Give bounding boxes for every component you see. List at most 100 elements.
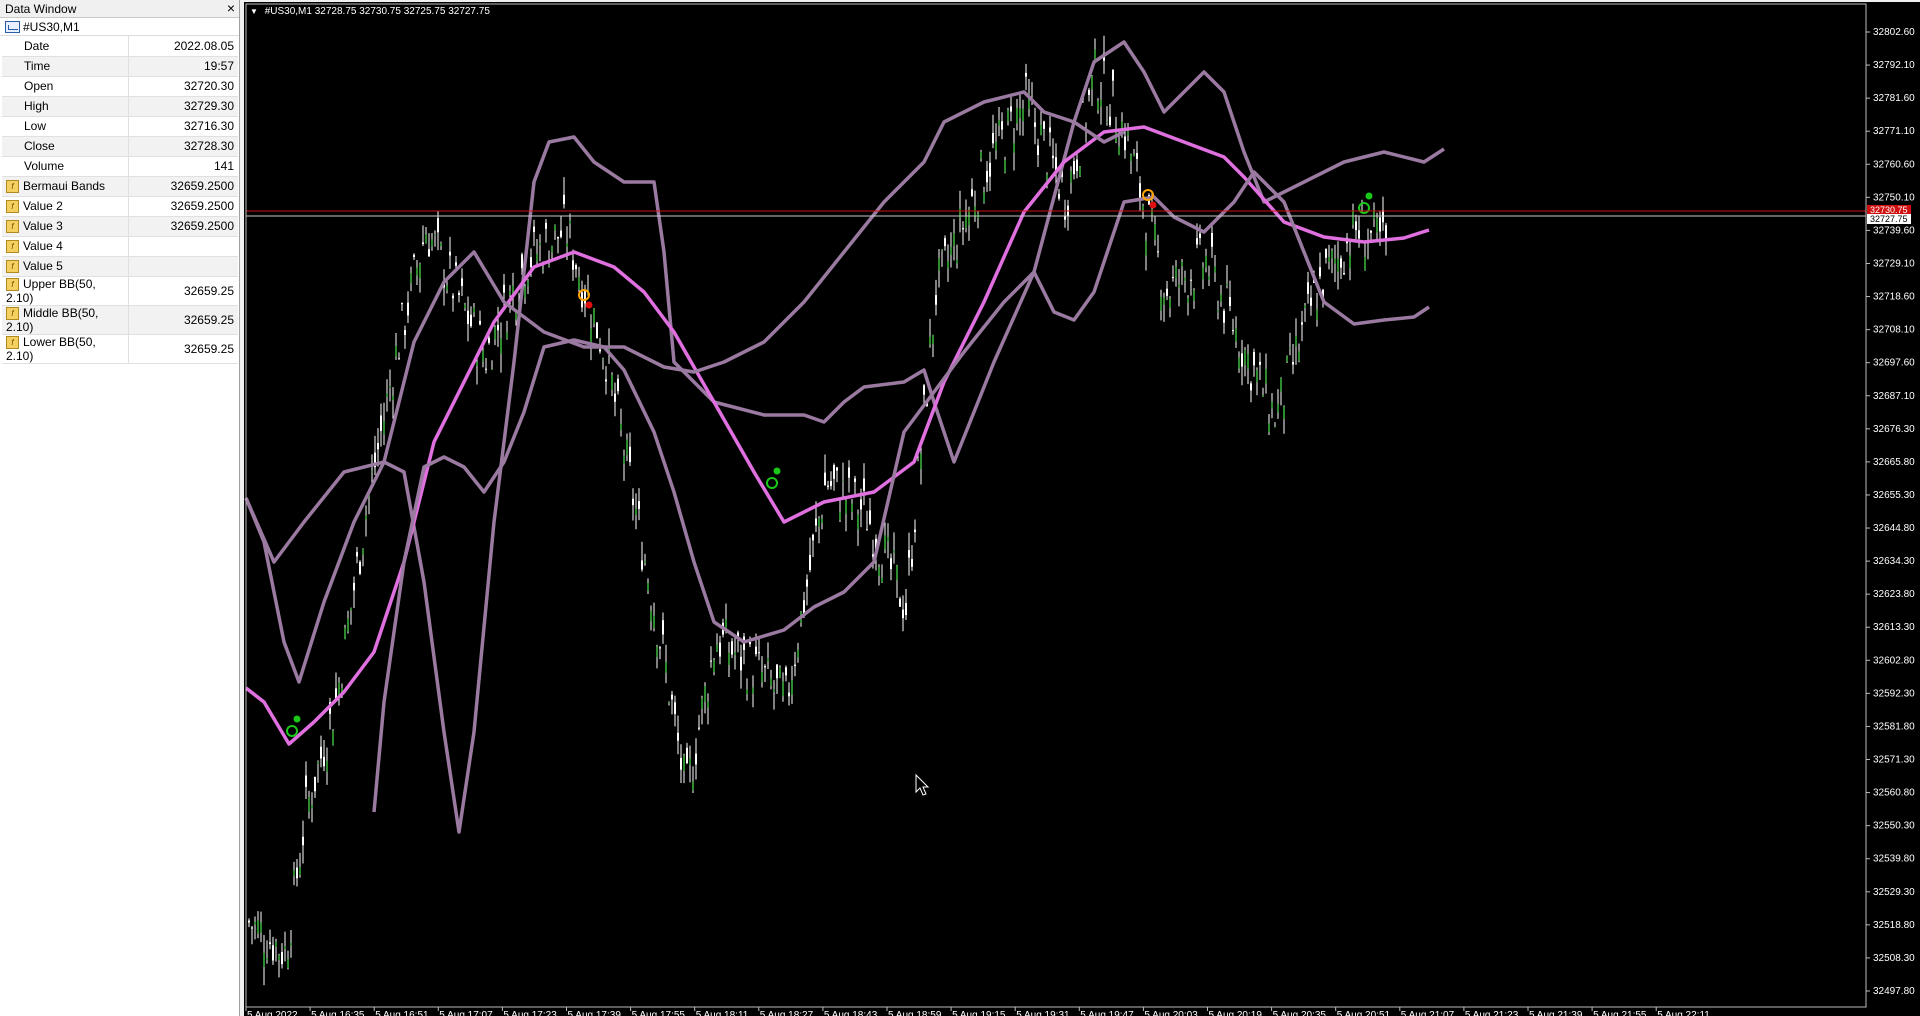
candle-body [785, 667, 787, 676]
candle-body [1136, 153, 1138, 159]
candle-body [1034, 122, 1036, 127]
data-row: f Value 2 32659.2500 [2, 196, 238, 217]
candle-body [851, 503, 853, 512]
time-label: 5 Aug 18:27 [760, 1010, 814, 1016]
candle-body [1070, 171, 1072, 183]
candle-body [1145, 240, 1147, 256]
candle-body [605, 379, 607, 382]
candle-body [1298, 351, 1300, 361]
candle-body [1235, 328, 1237, 342]
candle-body [797, 649, 799, 658]
chart-area[interactable]: ▼ #US30,M1 32728.75 32730.75 32725.75 32… [244, 2, 1920, 1016]
time-label: 5 Aug 18:11 [696, 1010, 749, 1016]
candle-body [1100, 99, 1102, 107]
candle-body [767, 657, 769, 662]
candle-body [1370, 230, 1372, 233]
row-label-text: Value 2 [23, 198, 63, 213]
candle-body [671, 694, 673, 700]
close-icon[interactable]: × [227, 0, 235, 16]
candle-body [728, 652, 730, 665]
candle-body [305, 775, 307, 787]
candle-body [1193, 290, 1195, 301]
candle-body [1130, 154, 1132, 162]
candle-body [494, 326, 496, 340]
candle-body [614, 393, 616, 402]
price-label: 32750.10 [1873, 192, 1915, 203]
candle-body [1091, 76, 1093, 90]
candle-body [560, 230, 562, 237]
candle-body [833, 465, 835, 479]
price-label: 32529.30 [1873, 887, 1915, 898]
candle-body [1262, 395, 1264, 397]
candle-body [1196, 238, 1198, 245]
candle-body [290, 942, 292, 946]
candle-body [344, 627, 346, 640]
candle-body [1223, 310, 1225, 323]
row-label-text: Lower BB(50, 2.10) [6, 335, 96, 364]
candle-body [389, 386, 391, 388]
middle-band [244, 125, 1430, 746]
indicator-icon: f [6, 336, 19, 350]
candle-body [1289, 347, 1291, 349]
candle-body [1094, 49, 1096, 61]
candle-body [1277, 403, 1279, 413]
candle-body [923, 385, 925, 395]
chart-icon [5, 20, 20, 33]
candle-body [1307, 282, 1309, 294]
candle-body [620, 423, 622, 431]
candle-body [299, 866, 301, 876]
candle-body [674, 702, 676, 715]
indicator-icon: f [6, 260, 19, 274]
price-lines: 32730.7532727.75 [246, 205, 1911, 224]
candle-body [659, 647, 661, 649]
row-label-text: Open [24, 79, 54, 93]
candle-body [506, 332, 508, 339]
candle-body [1022, 108, 1024, 122]
candle-body [572, 260, 574, 270]
row-value: 32659.2500 [128, 216, 238, 237]
candle-body [1010, 106, 1012, 112]
candle-body [1358, 230, 1360, 239]
candle-body [647, 582, 649, 591]
candle-body [1232, 330, 1234, 332]
candle-body [1268, 423, 1270, 433]
candle-body [824, 472, 826, 486]
candle-body [287, 959, 289, 968]
candle-body [578, 276, 580, 290]
candle-body [1241, 353, 1243, 367]
current-price-text: 32727.75 [1870, 214, 1908, 224]
price-chart[interactable]: 32730.7532727.75 32802.60 32792.10 32781.6… [244, 2, 1920, 1016]
row-label: f Value 2 [2, 196, 129, 217]
candle-body [938, 258, 940, 271]
candle-body [407, 302, 409, 316]
candle-body [857, 514, 859, 530]
row-label-text: Middle BB(50, 2.10) [6, 305, 99, 335]
candle-body [902, 609, 904, 619]
candle-body [683, 755, 685, 772]
data-row: f Middle BB(50, 2.10) 32659.25 [2, 305, 238, 336]
candles [248, 35, 1387, 986]
candle-body [332, 730, 334, 746]
candle-body [524, 286, 526, 298]
candle-body [638, 501, 640, 509]
candle-body [1112, 69, 1114, 81]
data-row: Close 32728.30 [2, 136, 238, 157]
candle-body [440, 243, 442, 247]
candle-body [1301, 322, 1303, 325]
candle-body [821, 518, 823, 524]
candle-body [1295, 336, 1297, 347]
candle-body [617, 378, 619, 392]
candle-body [656, 646, 658, 658]
candle-body [461, 278, 463, 287]
sell-signal-dot [1149, 201, 1157, 209]
candle-body [380, 415, 382, 431]
data-row: f Value 4 [2, 236, 238, 257]
symbol-label: #US30,M1 [23, 19, 80, 34]
candle-body [860, 499, 862, 510]
candle-body [1337, 258, 1339, 272]
candle-body [392, 395, 394, 401]
candle-body [272, 945, 274, 961]
row-label-text: Bermaui Bands [23, 178, 106, 193]
data-window-title-bar: Data Window × [0, 0, 239, 18]
candle-body [920, 453, 922, 470]
